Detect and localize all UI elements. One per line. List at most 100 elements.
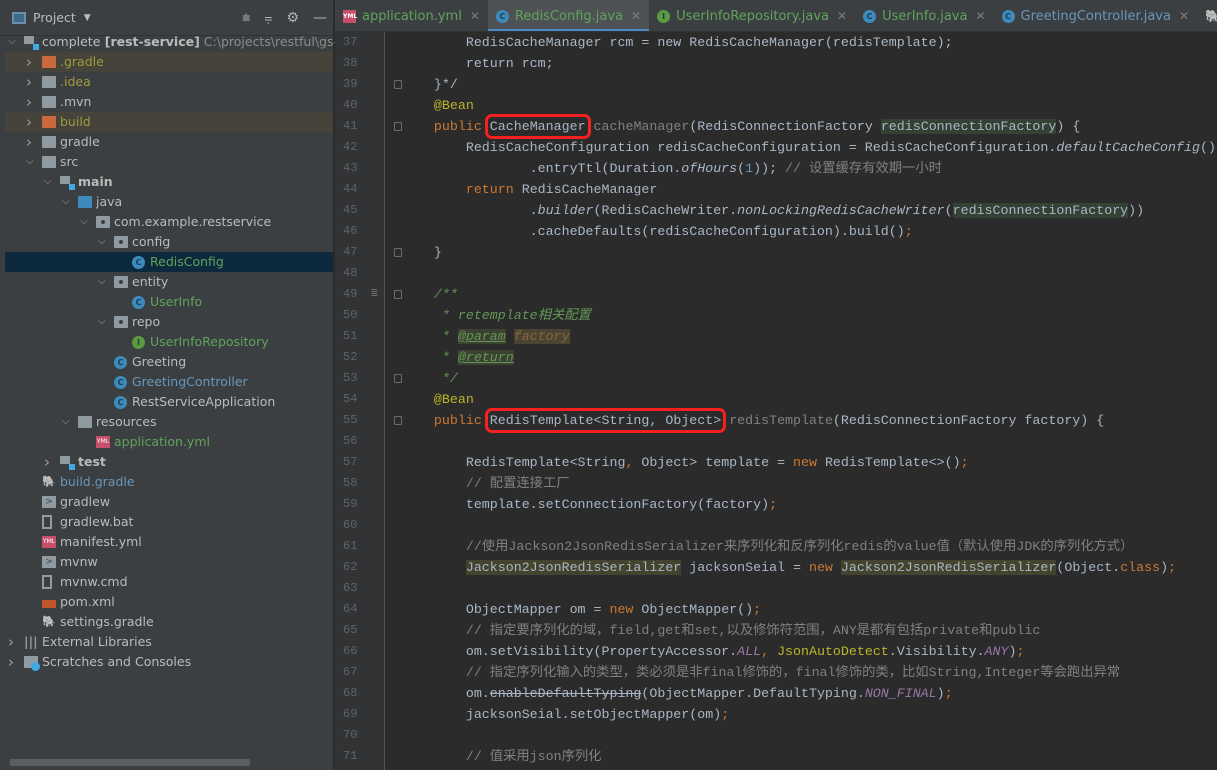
minimize-icon[interactable]: — — [313, 10, 327, 26]
chevron-right-icon[interactable]: › — [26, 132, 36, 152]
tree-item--gradle[interactable]: › .gradle — [5, 52, 333, 72]
chevron-down-icon[interactable]: ▼ — [84, 13, 91, 23]
expand-all-icon[interactable]: ⩧ — [242, 10, 250, 26]
tree-item-resources[interactable]: ⌵ resources — [5, 412, 333, 432]
tree-item-src[interactable]: ⌵ src — [5, 152, 333, 172]
tree-item--mvn[interactable]: › .mvn — [5, 92, 333, 112]
tree-item-config[interactable]: ⌵ config — [5, 232, 333, 252]
fold-marker-icon[interactable] — [394, 248, 402, 257]
chevron-right-icon[interactable]: › — [44, 452, 54, 472]
tree-item-repo[interactable]: ⌵ repo — [5, 312, 333, 332]
chevron-down-icon[interactable]: ⌵ — [98, 272, 108, 292]
tree-item-userinfo[interactable]: C UserInfo — [5, 292, 333, 312]
chevron-right-icon[interactable]: › — [8, 652, 18, 672]
tree-item-complete[interactable]: ⌵ complete [rest-service] C:\projects\res… — [5, 32, 357, 52]
chevron-down-icon[interactable]: ⌵ — [44, 172, 54, 192]
chevron-right-icon[interactable]: › — [26, 52, 36, 72]
close-icon[interactable]: ✕ — [975, 9, 985, 23]
tree-item-java[interactable]: ⌵ java — [5, 192, 333, 212]
chevron-right-icon[interactable]: › — [26, 112, 36, 132]
label-text: main — [78, 174, 113, 189]
line-number: 40 — [343, 98, 358, 112]
tree-item-build[interactable]: › build — [5, 112, 333, 132]
tree-item-redisconfig[interactable]: C RedisConfig — [5, 252, 333, 272]
tree-item-build-gradle[interactable]: 🐘 build.gradle — [5, 472, 333, 492]
code-token: RedisCacheManager rcm = new RedisCacheMa… — [402, 35, 953, 50]
code-token: .entryTtl(Duration. — [402, 161, 682, 176]
tree-item-test[interactable]: › test — [5, 452, 333, 472]
code-text: template.setConnectionFactory(factory); — [402, 494, 777, 515]
gear-icon[interactable]: ⚙ — [286, 10, 299, 26]
tab-userinforepository-java[interactable]: I UserInfoRepository.java ✕ — [649, 0, 855, 31]
tree-item-scratches-and-consoles[interactable]: › Scratches and Consoles — [5, 652, 333, 672]
chevron-right-icon[interactable]: › — [26, 72, 36, 92]
tree-item-restserviceapplication[interactable]: C RestServiceApplication — [5, 392, 333, 412]
tree-item-label: RedisConfig — [150, 252, 224, 272]
fold-marker-icon[interactable] — [394, 80, 402, 89]
label-text: com.example.restservice — [114, 214, 272, 229]
line-number: 55 — [343, 413, 358, 427]
label-text: settings.gradle — [60, 614, 154, 629]
chevron-down-icon[interactable]: ⌵ — [62, 412, 72, 432]
chevron-down-icon[interactable]: ⌵ — [80, 212, 90, 232]
tree-item-settings-gradle[interactable]: 🐘 settings.gradle — [5, 612, 333, 632]
close-icon[interactable]: ✕ — [470, 9, 480, 23]
code-token: cacheManager — [593, 119, 690, 134]
chevron-down-icon[interactable]: ⌵ — [98, 312, 108, 332]
chevron-right-icon[interactable]: › — [8, 632, 18, 652]
tree-item-application-yml[interactable]: YML application.yml — [5, 432, 333, 452]
code-editor[interactable]: 37 RedisCacheManager rcm = new RedisCach… — [335, 32, 1217, 770]
tree-item-manifest-yml[interactable]: YML manifest.yml — [5, 532, 333, 552]
tree-item-gradlew[interactable]: > gradlew — [5, 492, 333, 512]
code-text: // 指定序列化输入的类型，类必须是非final修饰的，final修饰的类，比如… — [402, 662, 1120, 683]
tree-item-main[interactable]: ⌵ main — [5, 172, 333, 192]
code-line: 51 * @param factory — [335, 326, 1217, 347]
project-view-selector[interactable]: Project — [33, 10, 76, 25]
tree-item-userinforepository[interactable]: I UserInfoRepository — [5, 332, 333, 352]
tree-item-gradle[interactable]: › gradle — [5, 132, 333, 152]
code-text: */ — [402, 368, 458, 389]
fold-marker-icon[interactable] — [394, 122, 402, 131]
tree-item-com-example-restservice[interactable]: ⌵ com.example.restservice — [5, 212, 333, 232]
close-icon[interactable]: ✕ — [837, 9, 847, 23]
label-text: Greeting — [132, 354, 187, 369]
tab-redisconfig-java[interactable]: C RedisConfig.java ✕ — [487, 0, 650, 31]
chevron-down-icon[interactable]: ⌵ — [8, 32, 18, 52]
tab-application-yml[interactable]: YML application.yml ✕ — [335, 0, 488, 31]
chevron-right-icon[interactable]: › — [26, 92, 36, 112]
tab-build-gradle[interactable]: 🐘build.gradle — [1197, 0, 1217, 31]
horizontal-scrollbar[interactable] — [10, 759, 250, 766]
render-doc-icon[interactable]: ≣ — [371, 284, 378, 305]
close-icon[interactable]: ✕ — [1179, 9, 1189, 23]
fold-marker-icon[interactable] — [394, 416, 402, 425]
line-number: 63 — [343, 581, 358, 595]
libraries-icon: ||| — [24, 634, 38, 649]
chevron-down-icon[interactable]: ⌵ — [62, 192, 72, 212]
collapse-all-icon[interactable]: ⩦ — [264, 10, 272, 26]
tab-greetingcontroller-java[interactable]: C GreetingController.java ✕ — [994, 0, 1198, 31]
file-icon — [42, 575, 52, 589]
tree-item--idea[interactable]: › .idea — [5, 72, 333, 92]
line-number: 49 — [343, 287, 358, 301]
code-token: ALL — [737, 644, 762, 659]
chevron-down-icon[interactable]: ⌵ — [26, 152, 36, 172]
label-text: java — [96, 194, 123, 209]
tree-item-gradlew-bat[interactable]: gradlew.bat — [5, 512, 333, 532]
tree-item-external-libraries[interactable]: › ||| External Libraries — [5, 632, 333, 652]
code-token: RedisCacheManager — [513, 182, 658, 197]
tree-item-mvnw[interactable]: > mvnw — [5, 552, 333, 572]
tree-item-greetingcontroller[interactable]: C GreetingController — [5, 372, 333, 392]
close-icon[interactable]: ✕ — [631, 9, 641, 23]
fold-marker-icon[interactable] — [394, 290, 402, 299]
fold-marker-icon[interactable] — [394, 374, 402, 383]
chevron-down-icon[interactable]: ⌵ — [98, 232, 108, 252]
tree-item-greeting[interactable]: C Greeting — [5, 352, 333, 372]
code-line: 56 — [335, 431, 1217, 452]
tab-userinfo-java[interactable]: C UserInfo.java ✕ — [855, 0, 993, 31]
tree-item-entity[interactable]: ⌵ entity — [5, 272, 333, 292]
tree-item-pom-xml[interactable]: pom.xml — [5, 592, 333, 612]
tree-item-mvnw-cmd[interactable]: mvnw.cmd — [5, 572, 333, 592]
